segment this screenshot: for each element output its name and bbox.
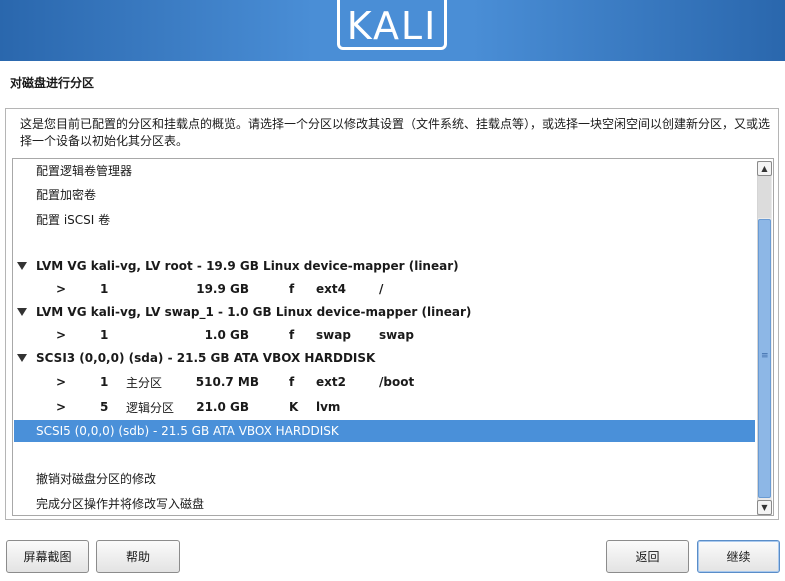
continue-button[interactable]: 继续: [697, 540, 780, 573]
step-title: 对磁盘进行分区: [10, 76, 95, 90]
kali-logo: KALI: [337, 0, 447, 50]
device-row-sdb[interactable]: SCSI5 (0,0,0) (sdb) - 21.5 GB ATA VBOX H…: [14, 420, 755, 442]
partition-arrow: >: [56, 400, 67, 414]
device-row-lvm-swap[interactable]: LVM VG kali-vg, LV swap_1 - 1.0 GB Linux…: [14, 301, 755, 323]
partition-fs: lvm: [316, 400, 341, 414]
partition-fs: swap: [316, 328, 351, 342]
grip-icon: ≡: [761, 351, 769, 361]
expand-triangle-icon: [17, 308, 27, 316]
partition-arrow: >: [56, 328, 67, 342]
partition-mount: /: [379, 282, 384, 296]
screenshot-button[interactable]: 屏幕截图: [6, 540, 89, 573]
partition-number: 5: [100, 400, 109, 414]
partition-mount: swap: [379, 328, 414, 342]
device-label: SCSI5 (0,0,0) (sdb) - 21.5 GB ATA VBOX H…: [36, 424, 339, 438]
partition-mount: /boot: [379, 375, 415, 389]
partition-size: 510.7 MB: [195, 375, 259, 389]
kali-logo-text: KALI: [346, 4, 438, 48]
partition-flag: f: [289, 375, 295, 389]
list-item-label: 配置 iSCSI 卷: [36, 212, 111, 227]
menu-item-configure-encrypted[interactable]: 配置加密卷: [14, 183, 755, 205]
partition-flag: f: [289, 282, 295, 296]
device-row-lvm-root[interactable]: LVM VG kali-vg, LV root - 19.9 GB Linux …: [14, 255, 755, 277]
partition-number: 1: [100, 375, 109, 389]
device-label: LVM VG kali-vg, LV swap_1 - 1.0 GB Linux…: [36, 305, 472, 319]
partition-flag: K: [289, 400, 299, 414]
partition-fs: ext2: [316, 375, 346, 389]
partition-arrow: >: [56, 282, 67, 296]
scroll-up-button[interactable]: ▲: [757, 161, 772, 176]
list-item-label: 撤销对磁盘分区的修改: [36, 471, 157, 486]
device-label: LVM VG kali-vg, LV root - 19.9 GB Linux …: [36, 259, 459, 273]
partition-number: 1: [100, 328, 109, 342]
partition-list: 配置逻辑卷管理器 配置加密卷 配置 iSCSI 卷 LVM VG kali-vg…: [12, 158, 774, 516]
list-item-label: 完成分区操作并将修改写入磁盘: [36, 496, 205, 511]
partition-row[interactable]: > 1 1.0 GB f swap swap: [14, 324, 755, 346]
expand-triangle-icon: [17, 354, 27, 362]
partition-row[interactable]: > 5 逻辑分区 21.0 GB K lvm: [14, 396, 755, 418]
partition-arrow: >: [56, 375, 67, 389]
partition-type: 主分区: [126, 375, 163, 390]
menu-item-undo-changes[interactable]: 撤销对磁盘分区的修改: [14, 467, 755, 489]
step-description: 这是您目前已配置的分区和挂载点的概览。请选择一个分区以修改其设置（文件系统、挂载…: [20, 117, 771, 148]
scroll-down-button[interactable]: ▼: [757, 500, 772, 515]
menu-item-configure-iscsi[interactable]: 配置 iSCSI 卷: [14, 208, 755, 230]
partition-row[interactable]: > 1 19.9 GB f ext4 /: [14, 278, 755, 300]
partition-flag: f: [289, 328, 295, 342]
device-row-sda[interactable]: SCSI3 (0,0,0) (sda) - 21.5 GB ATA VBOX H…: [14, 347, 755, 369]
expand-triangle-icon: [17, 262, 27, 270]
scroll-track[interactable]: [758, 176, 771, 218]
partition-type: 逻辑分区: [126, 400, 175, 415]
back-button[interactable]: 返回: [606, 540, 689, 573]
list-item-label: 配置逻辑卷管理器: [36, 163, 133, 178]
partition-number: 1: [100, 282, 109, 296]
list-item-label: 配置加密卷: [36, 187, 97, 202]
help-button[interactable]: 帮助: [96, 540, 180, 573]
partition-size: 19.9 GB: [196, 282, 249, 296]
partition-row[interactable]: > 1 主分区 510.7 MB f ext2 /boot: [14, 371, 755, 393]
kali-banner: KALI: [0, 0, 785, 61]
device-label: SCSI3 (0,0,0) (sda) - 21.5 GB ATA VBOX H…: [36, 351, 376, 365]
menu-item-finish-partitioning[interactable]: 完成分区操作并将修改写入磁盘: [14, 492, 755, 514]
partition-fs: ext4: [316, 282, 346, 296]
partition-size: 1.0 GB: [204, 328, 249, 342]
chevron-down-icon: ▼: [761, 503, 768, 512]
chevron-up-icon: ▲: [761, 164, 768, 173]
partition-size: 21.0 GB: [196, 400, 249, 414]
menu-item-configure-lvm[interactable]: 配置逻辑卷管理器: [14, 159, 755, 181]
